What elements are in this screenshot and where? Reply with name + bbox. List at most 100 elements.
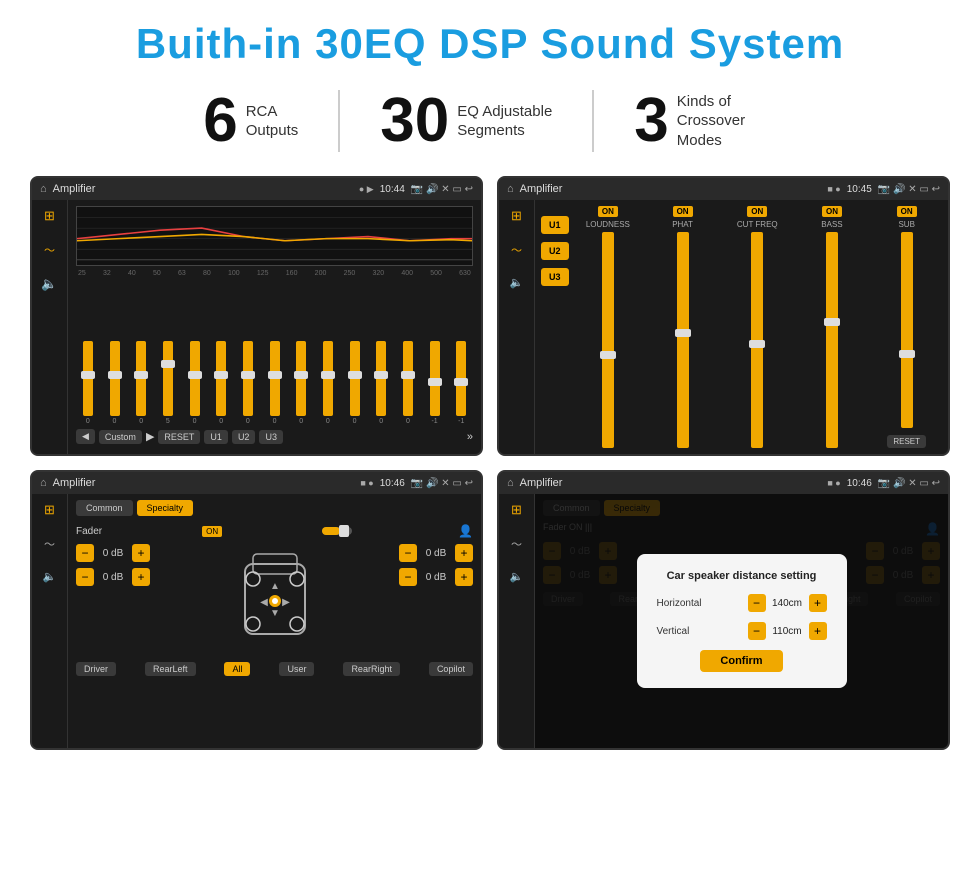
amp-speaker-icon[interactable]: 🔈 <box>510 276 524 289</box>
eq-preset-label[interactable]: Custom <box>99 430 142 444</box>
dialog-horizontal-minus[interactable]: − <box>748 594 766 612</box>
fader-plus-1[interactable]: + <box>132 544 150 562</box>
eq-slider-3: 0 <box>129 341 153 425</box>
amp-loudness-col: ON LOUDNESS <box>573 206 644 448</box>
eq-sliders-row: 0 0 0 5 <box>76 283 473 425</box>
stat-crossover: 3 Kinds ofCrossover Modes <box>594 90 816 152</box>
dialog-vertical-plus[interactable]: + <box>809 622 827 640</box>
eq-screen-title: Amplifier <box>53 183 353 195</box>
dialog-horizontal-value: 140cm <box>770 598 805 609</box>
dialog-confirm-button[interactable]: Confirm <box>700 650 782 672</box>
eq-wave-icon[interactable]: 〜 <box>44 242 55 258</box>
fader-driver-btn[interactable]: Driver <box>76 662 116 676</box>
stat-rca: 6 RCAOutputs <box>163 90 340 152</box>
stat-number-rca: 6 <box>203 90 237 152</box>
fader-speaker-icon[interactable]: 🔈 <box>43 570 57 583</box>
eq-sidebar: ⊞ 〜 🔈 <box>32 200 68 454</box>
dist-speaker-icon[interactable]: 🔈 <box>510 570 524 583</box>
amp-sub-slider[interactable] <box>901 232 913 428</box>
stats-row: 6 RCAOutputs 30 EQ AdjustableSegments 3 … <box>30 90 950 152</box>
fader-minus-1[interactable]: − <box>76 544 94 562</box>
fader-minus-3[interactable]: − <box>399 544 417 562</box>
screens-grid: Amplifier ● ▶ 10:44 📷 🔊 ✕ ▭ ↩ ⊞ 〜 🔈 <box>30 176 950 750</box>
eq-slider-15: -1 <box>449 341 473 425</box>
fader-topbar-icons: 📷 🔊 ✕ ▭ ↩ <box>411 478 473 489</box>
dist-filter-icon[interactable]: ⊞ <box>511 502 522 518</box>
fader-car-diagram: ▲ ▼ ◀ ▶ <box>158 544 391 654</box>
dialog-horizontal-plus[interactable]: + <box>809 594 827 612</box>
fader-plus-3[interactable]: + <box>455 544 473 562</box>
amp-u3-btn[interactable]: U3 <box>541 268 569 286</box>
amp-phat-on[interactable]: ON <box>673 206 693 217</box>
amp-filter-icon[interactable]: ⊞ <box>511 208 522 224</box>
eq-slider-10: 0 <box>316 341 340 425</box>
eq-filter-icon[interactable]: ⊞ <box>44 208 55 224</box>
fader-copilot-btn[interactable]: Copilot <box>429 662 473 676</box>
dialog-vertical-value: 110cm <box>770 626 805 637</box>
eq-speaker-icon[interactable]: 🔈 <box>41 276 57 292</box>
amp-wave-icon[interactable]: 〜 <box>511 242 522 258</box>
amp-reset-btn[interactable]: RESET <box>887 435 926 448</box>
fader-label: Fader <box>76 526 102 537</box>
fader-dot-icons: ■ ● <box>360 478 373 488</box>
amp-phat-col: ON PHAT <box>647 206 718 448</box>
main-title: Buith-in 30EQ DSP Sound System <box>30 20 950 68</box>
fader-rearleft-btn[interactable]: RearLeft <box>145 662 196 676</box>
fader-tab-common[interactable]: Common <box>76 500 133 516</box>
fader-all-btn[interactable]: All <box>224 662 250 676</box>
amp-phat-label: PHAT <box>672 220 693 229</box>
amp-bass-on[interactable]: ON <box>822 206 842 217</box>
fader-wave-icon[interactable]: 〜 <box>44 536 55 552</box>
eq-dot-icons: ● ▶ <box>359 184 374 195</box>
fader-main-area: Common Specialty Fader ON 👤 <box>68 494 481 748</box>
eq-slider-11: 0 <box>343 341 367 425</box>
dist-sidebar: ⊞ 〜 🔈 <box>499 494 535 748</box>
fader-header: Fader ON 👤 <box>76 524 473 538</box>
fader-person-icon[interactable]: 👤 <box>458 524 473 538</box>
amp-main-area: U1 U2 U3 ON LOUDNESS <box>535 200 948 454</box>
fader-filter-icon[interactable]: ⊞ <box>44 502 55 518</box>
fader-on-badge[interactable]: ON <box>202 526 222 537</box>
amp-phat-slider[interactable] <box>677 232 689 448</box>
amp-u1-btn[interactable]: U1 <box>541 216 569 234</box>
amp-sub-on[interactable]: ON <box>897 206 917 217</box>
stat-number-eq: 30 <box>380 90 449 152</box>
eq-reset-btn[interactable]: RESET <box>158 430 200 444</box>
dist-wave-icon[interactable]: 〜 <box>511 536 522 552</box>
eq-u3-btn[interactable]: U3 <box>259 430 283 444</box>
fader-home-icon[interactable] <box>40 477 47 489</box>
amp-loudness-on[interactable]: ON <box>598 206 618 217</box>
fader-screen-body: ⊞ 〜 🔈 Common Specialty Fader ON <box>32 494 481 748</box>
fader-minus-4[interactable]: − <box>399 568 417 586</box>
eq-play-btn[interactable]: ▶ <box>146 430 154 443</box>
fader-rearright-btn[interactable]: RearRight <box>343 662 400 676</box>
home-icon[interactable] <box>40 183 47 195</box>
amp-u2-btn[interactable]: U2 <box>541 242 569 260</box>
fader-user-btn[interactable]: User <box>279 662 314 676</box>
amp-cutfreq-slider[interactable] <box>751 232 763 448</box>
fader-horiz-slider[interactable] <box>322 527 352 535</box>
eq-topbar-icons: 📷 🔊 ✕ ▭ ↩ <box>411 184 473 195</box>
amp-cutfreq-col: ON CUT FREQ <box>722 206 793 448</box>
eq-chart <box>76 206 473 266</box>
fader-db-val-4: 0 dB <box>421 572 451 583</box>
amp-u-buttons: U1 U2 U3 <box>541 206 569 448</box>
eq-slider-13: 0 <box>396 341 420 425</box>
amp-sub-col: ON SUB RESET <box>871 206 942 448</box>
fader-plus-2[interactable]: + <box>132 568 150 586</box>
stat-number-crossover: 3 <box>634 90 668 152</box>
amp-cutfreq-on[interactable]: ON <box>747 206 767 217</box>
svg-text:▲: ▲ <box>270 581 280 592</box>
eq-slider-9: 0 <box>289 341 313 425</box>
fader-tab-specialty[interactable]: Specialty <box>137 500 194 516</box>
fader-plus-4[interactable]: + <box>455 568 473 586</box>
dialog-vertical-minus[interactable]: − <box>748 622 766 640</box>
eq-u1-btn[interactable]: U1 <box>204 430 228 444</box>
amp-home-icon[interactable] <box>507 183 514 195</box>
eq-u2-btn[interactable]: U2 <box>232 430 256 444</box>
fader-minus-2[interactable]: − <box>76 568 94 586</box>
dist-home-icon[interactable] <box>507 477 514 489</box>
amp-loudness-slider[interactable] <box>602 232 614 448</box>
eq-prev-btn[interactable]: ◀ <box>76 429 95 444</box>
amp-bass-slider[interactable] <box>826 232 838 448</box>
